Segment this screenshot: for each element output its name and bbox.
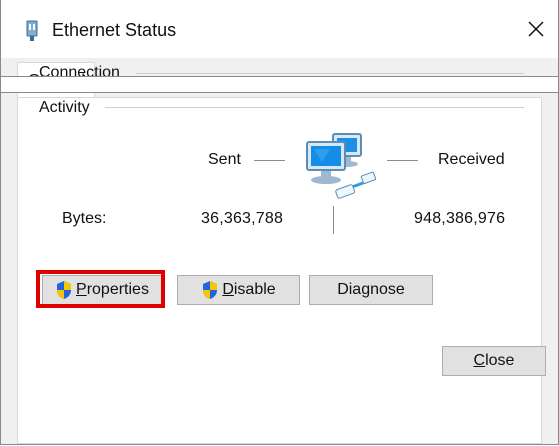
close-button[interactable]: Close — [442, 346, 546, 376]
ethernet-adapter-icon — [26, 20, 38, 41]
properties-mnemonic: P — [76, 281, 87, 298]
window-cut-strip — [1, 76, 558, 93]
diagnose-button[interactable]: Diagnose — [309, 275, 433, 305]
sent-dash — [254, 160, 285, 161]
diagnose-button-label: Diagnose — [337, 281, 405, 298]
network-computers-icon — [306, 133, 377, 199]
disable-mnemonic: D — [222, 281, 234, 298]
received-dash — [387, 160, 418, 161]
properties-label-rest: roperties — [86, 281, 149, 298]
disable-button-label: Disable — [222, 281, 275, 299]
properties-button[interactable]: Properties — [42, 275, 162, 305]
activity-section-label: Activity — [39, 99, 90, 116]
window-title: Ethernet Status — [52, 20, 177, 40]
bytes-label: Bytes: — [62, 210, 107, 227]
ethernet-status-window: Ethernet Status General Connection Activ… — [0, 0, 559, 445]
close-button-label: Close — [474, 352, 515, 370]
connection-section-divider — [136, 73, 524, 74]
bytes-divider — [333, 206, 334, 234]
disable-label-rest: isable — [233, 281, 276, 298]
sent-bytes-value: 36,363,788 — [201, 210, 284, 227]
activity-section-divider — [105, 107, 524, 108]
properties-button-label: Properties — [76, 281, 149, 299]
title-bar: Ethernet Status — [1, 0, 558, 58]
uac-shield-icon — [203, 281, 218, 299]
disable-button[interactable]: Disable — [177, 275, 300, 305]
received-bytes-value: 948,386,976 — [414, 210, 506, 227]
uac-shield-icon — [57, 281, 72, 299]
close-window-icon[interactable] — [524, 17, 548, 41]
sent-label: Sent — [208, 151, 241, 168]
received-label: Received — [438, 151, 505, 168]
close-label-rest: lose — [485, 352, 515, 369]
close-mnemonic: C — [473, 352, 486, 369]
